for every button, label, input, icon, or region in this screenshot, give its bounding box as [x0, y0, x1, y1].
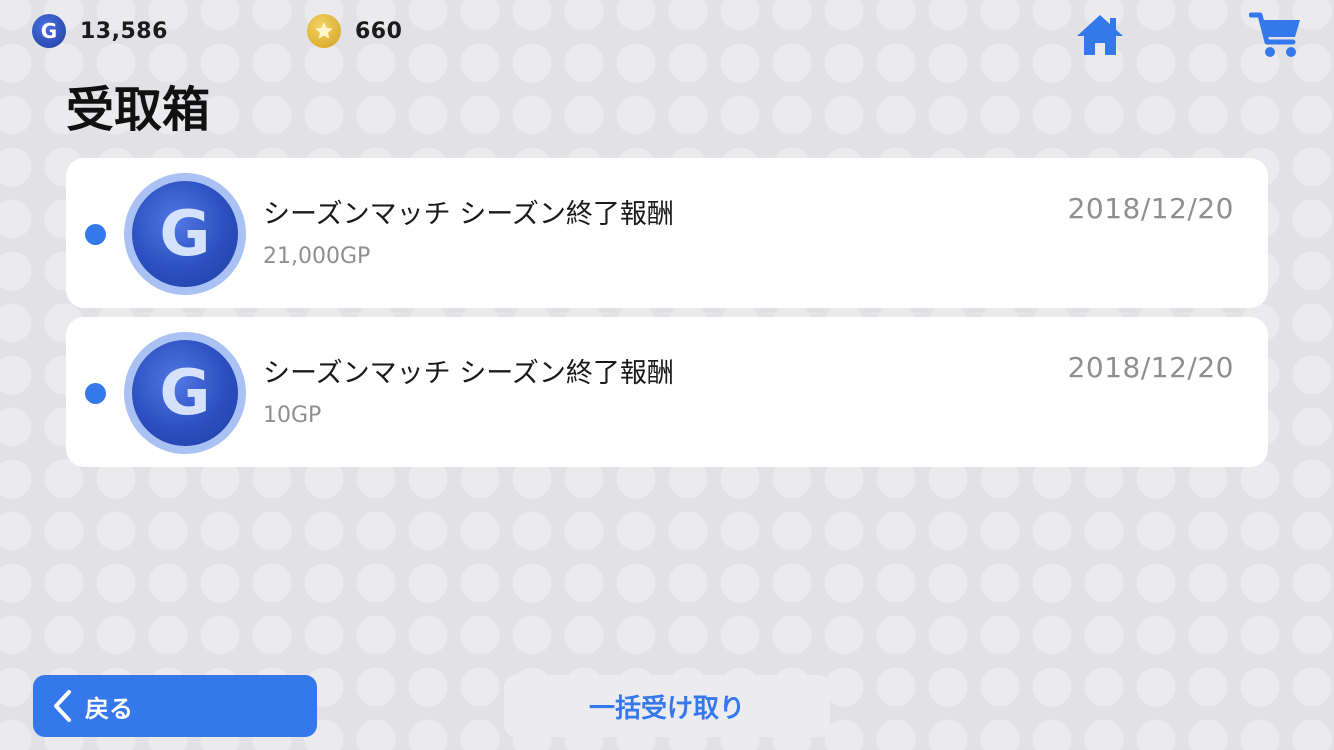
star-icon [315, 22, 333, 39]
item-date: 2018/12/20 [1067, 351, 1234, 384]
gp-reward-icon: G [124, 173, 246, 295]
gp-reward-icon: G [124, 332, 246, 454]
item-date: 2018/12/20 [1067, 192, 1234, 225]
item-title: シーズンマッチ シーズン終了報酬 [263, 358, 674, 389]
coin-amount: 660 [355, 18, 403, 44]
unread-indicator [85, 383, 106, 404]
chevron-left-icon [54, 690, 71, 722]
home-icon [1077, 15, 1123, 55]
back-button-label: 戻る [85, 694, 133, 723]
receive-all-button-label: 一括受け取り [588, 693, 745, 724]
gp-balance: G 13,586 [32, 13, 168, 49]
item-amount: 21,000GP [263, 244, 371, 269]
page-title: 受取箱 [66, 82, 211, 138]
back-button[interactable]: 戻る [33, 675, 317, 737]
unread-indicator [85, 224, 106, 245]
item-title: シーズンマッチ シーズン終了報酬 [263, 199, 674, 230]
home-button[interactable] [1074, 12, 1126, 58]
gp-currency-icon: G [32, 14, 66, 48]
gp-reward-icon-letter: G [159, 197, 211, 270]
gp-reward-icon-letter: G [159, 356, 211, 429]
cart-icon [1249, 12, 1300, 57]
coin-balance: 660 [307, 13, 402, 49]
shop-cart-button[interactable] [1248, 10, 1304, 60]
inbox-item[interactable]: G シーズンマッチ シーズン終了報酬 10GP 2018/12/20 [66, 317, 1268, 467]
gp-reward-icon-inner: G [132, 181, 238, 287]
star-coin-icon [307, 14, 341, 48]
gp-reward-icon-inner: G [132, 340, 238, 446]
receive-all-button[interactable]: 一括受け取り [504, 675, 830, 737]
gp-currency-icon-letter: G [40, 19, 58, 43]
item-amount: 10GP [263, 403, 322, 428]
inbox-list: G シーズンマッチ シーズン終了報酬 21,000GP 2018/12/20 G… [66, 158, 1268, 476]
gp-amount: 13,586 [80, 18, 168, 44]
inbox-item[interactable]: G シーズンマッチ シーズン終了報酬 21,000GP 2018/12/20 [66, 158, 1268, 308]
